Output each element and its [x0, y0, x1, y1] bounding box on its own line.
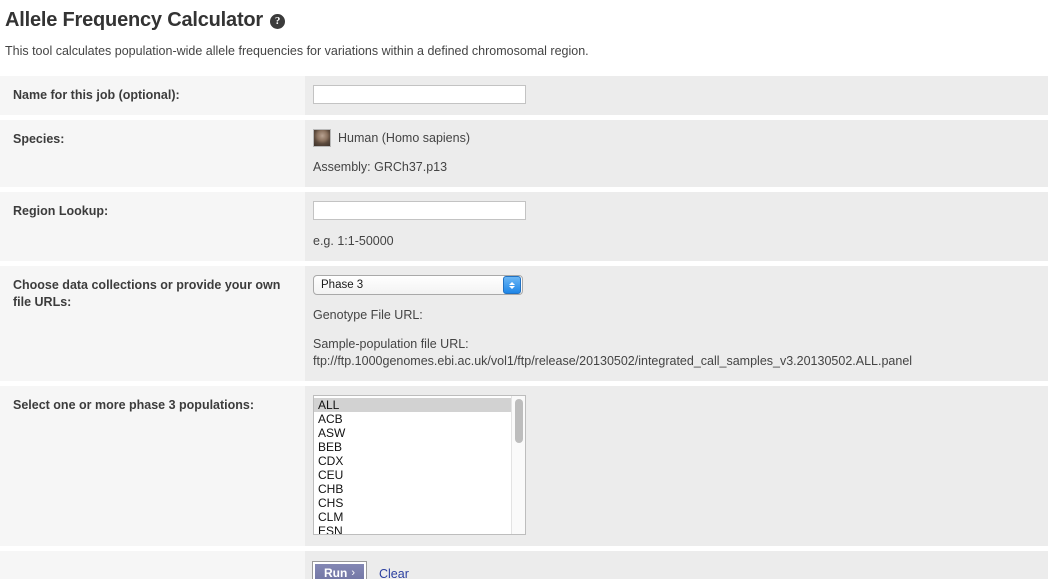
actions-field-cell: Run › Clear — [305, 551, 1048, 579]
row-job-name: Name for this job (optional): — [0, 76, 1048, 115]
population-option[interactable]: CHB — [314, 482, 525, 496]
job-name-label: Name for this job (optional): — [0, 76, 305, 115]
species-label: Species: — [0, 120, 305, 187]
region-lookup-input[interactable] — [313, 201, 526, 220]
data-collection-select[interactable]: Phase 3 — [313, 275, 523, 295]
population-option[interactable]: CLM — [314, 510, 525, 524]
populations-option-list: ALLACBASWBEBCDXCEUCHBCHSCLMESN — [314, 396, 525, 534]
species-value-line: Human (Homo sapiens) — [313, 129, 1038, 147]
job-name-input[interactable] — [313, 85, 526, 104]
population-option[interactable]: ACB — [314, 412, 525, 426]
run-button[interactable]: Run › — [313, 562, 366, 579]
tool-description: This tool calculates population-wide all… — [0, 34, 1055, 64]
population-option[interactable]: ESN — [314, 524, 525, 535]
run-button-caret-icon: › — [351, 567, 355, 579]
populations-listbox[interactable]: ALLACBASWBEBCDXCEUCHBCHSCLMESN — [313, 395, 526, 535]
populations-field-cell: ALLACBASWBEBCDXCEUCHBCHSCLMESN — [305, 386, 1048, 546]
data-collection-select-value: Phase 3 — [314, 277, 503, 294]
row-actions: Run › Clear — [0, 551, 1048, 579]
actions-label-spacer — [0, 551, 305, 579]
sample-population-url-label: Sample-population file URL: — [313, 336, 1038, 353]
row-data-collections: Choose data collections or provide your … — [0, 266, 1048, 381]
row-region-lookup: Region Lookup: e.g. 1:1-50000 — [0, 192, 1048, 261]
help-circle-icon[interactable]: ? — [270, 14, 285, 29]
genotype-url-block: Genotype File URL: — [313, 307, 1038, 324]
populations-scrollbar[interactable] — [511, 396, 525, 534]
genotype-url-label: Genotype File URL: — [313, 307, 1038, 324]
form-table: Name for this job (optional): Species: H… — [0, 76, 1048, 579]
region-lookup-hint: e.g. 1:1-50000 — [313, 233, 1038, 250]
page-title-text: Allele Frequency Calculator — [5, 9, 263, 32]
row-species: Species: Human (Homo sapiens) Assembly: … — [0, 120, 1048, 187]
region-lookup-label: Region Lookup: — [0, 192, 305, 261]
page-title: Allele Frequency Calculator ? — [0, 0, 1055, 34]
assembly-text: Assembly: GRCh37.p13 — [313, 159, 1038, 176]
job-name-field-cell — [305, 76, 1048, 115]
population-option[interactable]: BEB — [314, 440, 525, 454]
populations-scrollbar-thumb[interactable] — [515, 399, 523, 443]
data-collections-field-cell: Phase 3 Genotype File URL: Sample-popula… — [305, 266, 1048, 381]
region-lookup-field-cell: e.g. 1:1-50000 — [305, 192, 1048, 261]
population-option[interactable]: ASW — [314, 426, 525, 440]
row-populations: Select one or more phase 3 populations: … — [0, 386, 1048, 546]
population-option[interactable]: CHS — [314, 496, 525, 510]
data-collections-label: Choose data collections or provide your … — [0, 266, 305, 381]
population-option[interactable]: CEU — [314, 468, 525, 482]
sample-population-url-value: ftp://ftp.1000genomes.ebi.ac.uk/vol1/ftp… — [313, 353, 1038, 370]
population-option[interactable]: ALL — [314, 398, 525, 412]
allele-frequency-calculator-page: Allele Frequency Calculator ? This tool … — [0, 0, 1055, 579]
species-field-cell: Human (Homo sapiens) Assembly: GRCh37.p1… — [305, 120, 1048, 187]
run-button-label: Run — [324, 567, 347, 579]
clear-link[interactable]: Clear — [379, 566, 409, 579]
sample-population-url-block: Sample-population file URL: ftp://ftp.10… — [313, 336, 1038, 370]
population-option[interactable]: CDX — [314, 454, 525, 468]
select-stepper-icon[interactable] — [503, 276, 521, 294]
populations-label: Select one or more phase 3 populations: — [0, 386, 305, 546]
species-name: Human (Homo sapiens) — [338, 130, 470, 147]
human-species-thumbnail-icon — [313, 129, 331, 147]
